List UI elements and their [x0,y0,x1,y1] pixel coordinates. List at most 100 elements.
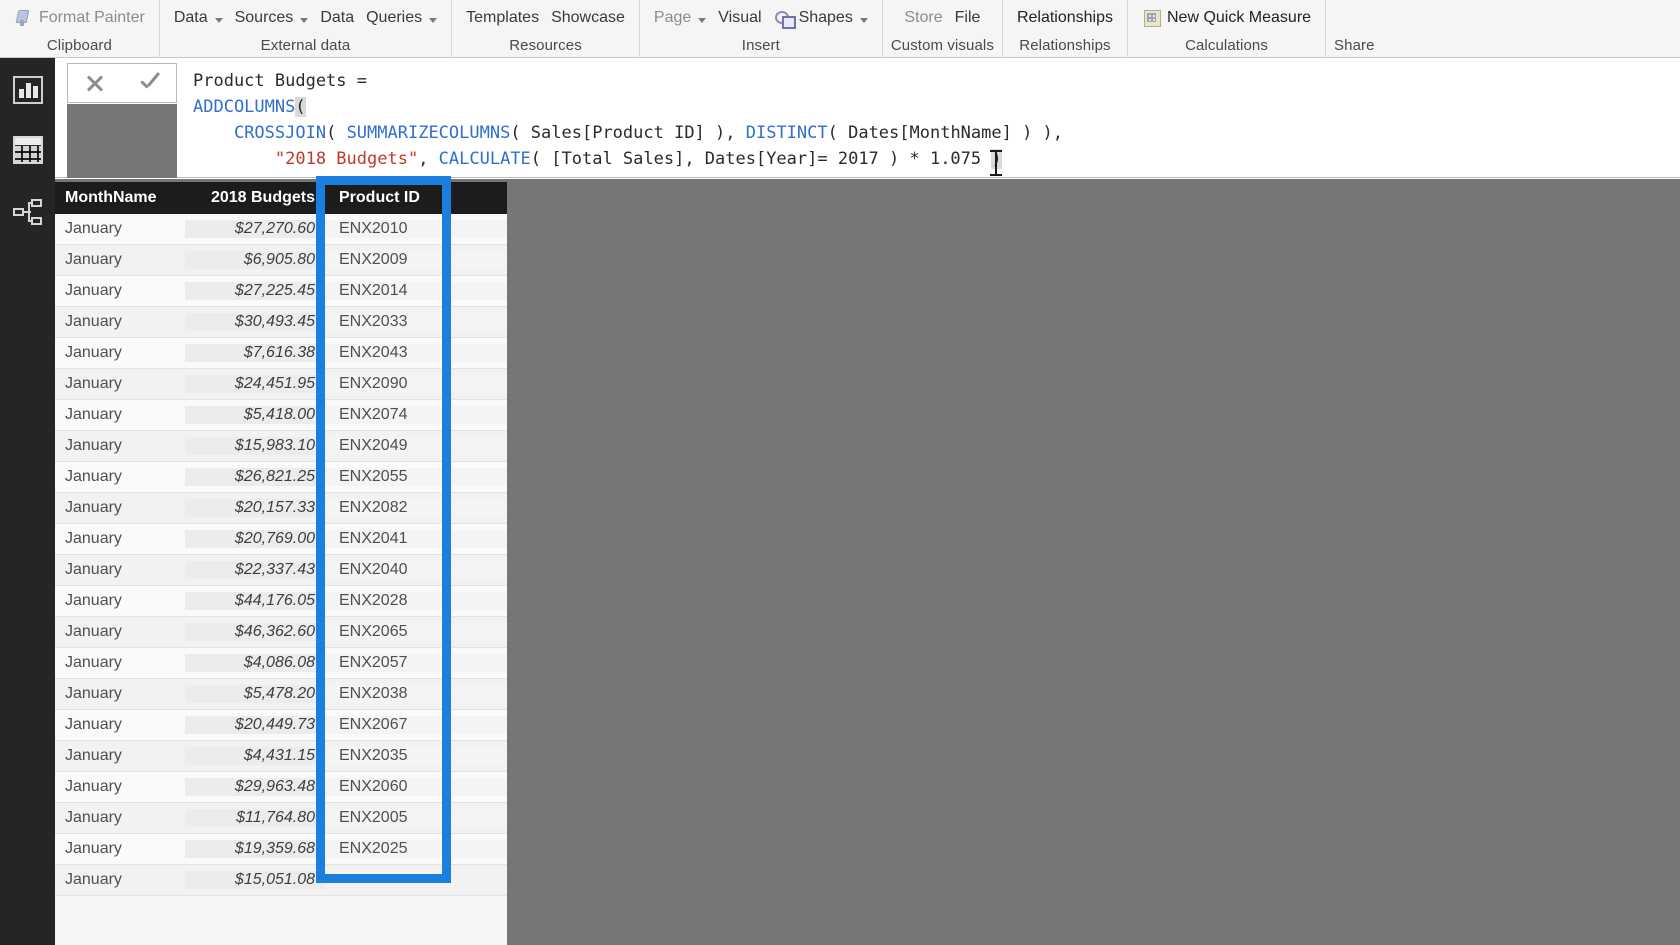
dax-formula-text[interactable]: Product Budgets = ADDCOLUMNS( CROSSJOIN( … [193,68,1672,172]
table-row[interactable]: January $44,176.05 ENX2028 [55,586,507,617]
cell-2018-budgets[interactable]: $20,769.00 [185,530,325,548]
cell-2018-budgets[interactable]: $11,764.80 [185,809,325,827]
sidebar-item-report-view[interactable] [13,76,43,106]
cell-2018-budgets[interactable]: $27,225.45 [185,282,325,300]
cell-monthname[interactable]: January [55,344,185,362]
ribbon-button-new-page[interactable]: Page [654,9,707,27]
table-row[interactable]: January $5,418.00 ENX2074 [55,400,507,431]
chevron-down-icon[interactable] [300,17,309,23]
cell-monthname[interactable]: January [55,437,185,455]
ribbon-button-edit-queries[interactable]: Queries [366,9,438,27]
cell-monthname[interactable]: January [55,468,185,486]
cell-product-id[interactable]: ENX2090 [325,375,507,393]
ribbon-button-templates[interactable]: Templates [466,9,539,27]
table-row[interactable]: January $22,337.43 ENX2040 [55,555,507,586]
column-header-2018-budgets[interactable]: 2018 Budgets [185,182,325,214]
table-row[interactable]: January $27,270.60 ENX2010 [55,214,507,245]
cell-2018-budgets[interactable]: $30,493.45 [185,313,325,331]
cell-monthname[interactable]: January [55,778,185,796]
cell-product-id[interactable]: ENX2082 [325,499,507,517]
table-row[interactable]: January $6,905.80 ENX2009 [55,245,507,276]
table-row[interactable]: January $27,225.45 ENX2014 [55,276,507,307]
table-row[interactable]: January $20,449.73 ENX2067 [55,710,507,741]
table-row[interactable]: January $7,616.38 ENX2043 [55,338,507,369]
table-row[interactable]: January $26,821.25 ENX2055 [55,462,507,493]
cell-monthname[interactable]: January [55,313,185,331]
cell-monthname[interactable]: January [55,654,185,672]
table-row[interactable]: January $20,769.00 ENX2041 [55,524,507,555]
cell-2018-budgets[interactable]: $6,905.80 [185,251,325,269]
cell-product-id[interactable]: ENX2010 [325,220,507,238]
cell-monthname[interactable]: January [55,809,185,827]
cell-product-id[interactable]: ENX2055 [325,468,507,486]
cell-2018-budgets[interactable]: $22,337.43 [185,561,325,579]
chevron-down-icon[interactable] [214,17,223,23]
cell-product-id[interactable]: ENX2060 [325,778,507,796]
cell-monthname[interactable]: January [55,871,185,889]
cell-2018-budgets[interactable]: $5,478.20 [185,685,325,703]
table-row[interactable]: January $4,431.15 ENX2035 [55,741,507,772]
chevron-down-icon[interactable] [429,17,438,23]
cell-2018-budgets[interactable]: $27,270.60 [185,220,325,238]
cell-product-id[interactable]: ENX2057 [325,654,507,672]
cell-product-id[interactable]: ENX2043 [325,344,507,362]
ribbon-button-from-store[interactable]: Store [904,9,942,27]
cell-product-id[interactable]: ENX2040 [325,561,507,579]
data-grid[interactable]: MonthName 2018 Budgets Product ID Januar… [55,182,507,945]
cell-monthname[interactable]: January [55,282,185,300]
cell-product-id[interactable]: ENX2005 [325,809,507,827]
sidebar-item-model-view[interactable] [13,198,43,228]
cell-monthname[interactable]: January [55,251,185,269]
cell-product-id[interactable]: ENX2035 [325,747,507,765]
table-row[interactable]: January $5,478.20 ENX2038 [55,679,507,710]
cell-2018-budgets[interactable]: $15,983.10 [185,437,325,455]
formula-bar[interactable]: Product Budgets = ADDCOLUMNS( CROSSJOIN( … [55,58,1680,178]
cell-monthname[interactable]: January [55,747,185,765]
cell-2018-budgets[interactable]: $5,418.00 [185,406,325,424]
cell-product-id[interactable]: ENX2025 [325,840,507,858]
chevron-down-icon[interactable] [859,17,868,23]
ribbon-button-recent-sources[interactable]: Sources [235,9,309,27]
cell-monthname[interactable]: January [55,840,185,858]
cell-monthname[interactable]: January [55,685,185,703]
cell-monthname[interactable]: January [55,623,185,641]
ribbon-button-new-quick-measure[interactable]: New Quick Measure [1142,8,1311,28]
ribbon-button-shapes[interactable]: Shapes [774,8,868,29]
table-row[interactable]: January $29,963.48 ENX2060 [55,772,507,803]
column-header-monthname[interactable]: MonthName [55,182,185,214]
cell-product-id[interactable]: ENX2014 [325,282,507,300]
cell-2018-budgets[interactable]: $26,821.25 [185,468,325,486]
table-row[interactable]: January $46,362.60 ENX2065 [55,617,507,648]
cell-product-id[interactable]: ENX2009 [325,251,507,269]
cell-product-id[interactable]: ENX2041 [325,530,507,548]
ribbon-button-format-painter[interactable]: Format Painter [14,8,145,28]
column-header-product-id[interactable]: Product ID [325,182,507,214]
cell-2018-budgets[interactable]: $29,963.48 [185,778,325,796]
cell-2018-budgets[interactable]: $19,359.68 [185,840,325,858]
cell-monthname[interactable]: January [55,375,185,393]
cell-product-id[interactable]: ENX2067 [325,716,507,734]
ribbon-button-get-data[interactable]: Data [174,9,223,27]
ribbon-button-from-file[interactable]: File [955,9,981,27]
cell-monthname[interactable]: January [55,406,185,424]
cell-2018-budgets[interactable]: $20,449.73 [185,716,325,734]
cell-product-id[interactable]: ENX2038 [325,685,507,703]
cell-monthname[interactable]: January [55,499,185,517]
cell-monthname[interactable]: January [55,220,185,238]
table-row[interactable]: January $19,359.68 ENX2025 [55,834,507,865]
table-row[interactable]: January $20,157.33 ENX2082 [55,493,507,524]
table-row[interactable]: January $24,451.95 ENX2090 [55,369,507,400]
ribbon-button-manage-relationships[interactable]: Relationships [1017,9,1113,27]
sidebar-item-data-view[interactable] [13,136,43,166]
commit-formula-icon[interactable] [132,68,166,98]
cell-2018-budgets[interactable]: $7,616.38 [185,344,325,362]
ribbon-button-enter-data[interactable]: Data [320,9,354,27]
ribbon-button-new-visual[interactable]: Visual [718,9,761,27]
table-row[interactable]: January $30,493.45 ENX2033 [55,307,507,338]
cell-product-id[interactable]: ENX2033 [325,313,507,331]
cell-2018-budgets[interactable]: $4,086.08 [185,654,325,672]
cell-product-id[interactable]: ENX2074 [325,406,507,424]
cell-2018-budgets[interactable]: $46,362.60 [185,623,325,641]
table-row[interactable]: January $11,764.80 ENX2005 [55,803,507,834]
cell-2018-budgets[interactable]: $15,051.08 [185,871,325,889]
